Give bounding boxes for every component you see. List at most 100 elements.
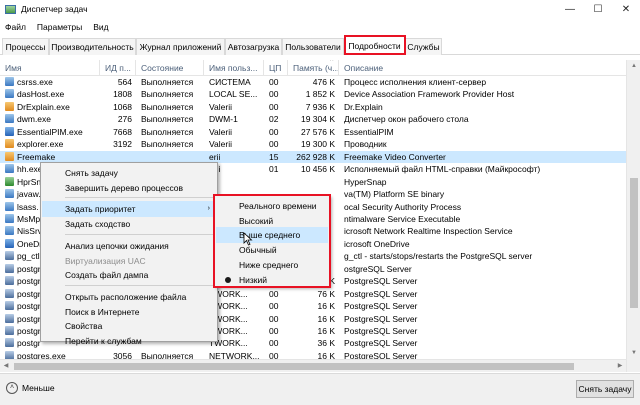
process-app-icon bbox=[5, 139, 14, 149]
footer-bar: ˄ Меньше Снять задачу bbox=[0, 373, 640, 405]
tab-strip: Процессы Производительность Журнал прило… bbox=[0, 35, 640, 55]
col-user[interactable]: Имя польз... bbox=[204, 60, 264, 76]
context-menu-item-label: Свойства bbox=[65, 321, 103, 332]
context-menu-item-label: Задать сходство bbox=[65, 219, 131, 230]
cell-mem bbox=[288, 176, 339, 188]
tab-startup[interactable]: Автозагрузка bbox=[225, 38, 282, 55]
cell-cpu: 00 bbox=[264, 126, 288, 138]
close-button[interactable]: ✕ bbox=[612, 0, 640, 18]
context-menu-item-label: Задать приоритет bbox=[65, 204, 136, 215]
col-state[interactable]: Состояние bbox=[136, 60, 204, 76]
cell-text: СИСТЕМА bbox=[209, 77, 251, 87]
menu-options[interactable]: Параметры bbox=[37, 22, 82, 32]
cell-text: Выполняется bbox=[141, 89, 194, 100]
cell-text: 00 bbox=[269, 89, 279, 100]
cell-text: lsass. bbox=[17, 201, 39, 212]
cell-text: 19 300 K bbox=[300, 139, 335, 150]
menu-file[interactable]: Файл bbox=[5, 22, 26, 32]
radio-selected-icon bbox=[225, 276, 231, 283]
cell-cpu: 00 bbox=[264, 138, 288, 150]
scroll-up-icon[interactable]: ▲ bbox=[627, 60, 640, 72]
vertical-scroll-thumb[interactable] bbox=[630, 178, 638, 308]
tab-app-history[interactable]: Журнал приложений bbox=[136, 38, 225, 55]
cell-text: 1068 bbox=[113, 101, 132, 112]
table-row[interactable]: dasHost.exe 1808 Выполняется LOCAL SE... 00 1… bbox=[0, 88, 626, 100]
cell-text: ntimalware Service Executable bbox=[344, 213, 461, 224]
context-menu-item-label: Снять задачу bbox=[65, 168, 118, 178]
cell-text: postgr bbox=[17, 326, 41, 336]
context-menu-item[interactable]: Открыть расположение файла bbox=[42, 289, 216, 305]
scroll-right-icon[interactable]: ▶ bbox=[614, 360, 626, 373]
col-name[interactable]: Имя bbox=[0, 60, 100, 76]
maximize-button[interactable]: ☐ bbox=[584, 0, 612, 18]
cell-cpu: 00 bbox=[264, 88, 288, 100]
cell-mem: 7 936 K bbox=[288, 101, 339, 113]
tab-users[interactable]: Пользователи bbox=[282, 38, 344, 55]
context-menu-item[interactable]: Создать файл дампа bbox=[42, 267, 216, 283]
horizontal-scroll-thumb[interactable] bbox=[14, 363, 574, 370]
context-menu-item[interactable]: Анализ цепочки ожидания bbox=[42, 238, 216, 254]
cell-state: Выполняется bbox=[136, 126, 204, 138]
cell-text: Выполняется bbox=[141, 139, 194, 150]
priority-option[interactable]: Низкий bbox=[216, 272, 328, 288]
menu-view[interactable]: Вид bbox=[93, 22, 108, 32]
priority-option[interactable]: Высокий bbox=[216, 213, 328, 229]
priority-option[interactable]: Обычный bbox=[216, 242, 328, 258]
end-task-button[interactable]: Снять задачу bbox=[576, 380, 634, 398]
process-sys-icon bbox=[5, 89, 14, 99]
table-row[interactable]: EssentialPIM.exe 7668 Выполняется Valerii 00… bbox=[0, 126, 626, 138]
table-row[interactable]: DrExplain.exe 1068 Выполняется Valerii 00 7 9… bbox=[0, 101, 626, 113]
context-menu-item[interactable]: Задать сходство bbox=[42, 216, 216, 232]
table-row[interactable]: dwm.exe 276 Выполняется DWM-1 02 19 304 K Дисп… bbox=[0, 113, 626, 125]
vertical-scrollbar[interactable]: ▲ ▼ bbox=[626, 60, 640, 372]
cell-text: 16 K bbox=[317, 313, 336, 324]
context-menu-item[interactable]: Завершить дерево процессов bbox=[42, 180, 216, 196]
minimize-button[interactable]: — bbox=[556, 0, 584, 18]
context-menu-item[interactable]: Поиск в Интернете bbox=[42, 304, 216, 320]
priority-option[interactable]: Выше среднего bbox=[216, 227, 328, 244]
horizontal-scrollbar[interactable]: ◀ ▶ bbox=[0, 359, 626, 372]
cell-desc: HyperSnap bbox=[339, 176, 626, 188]
priority-option[interactable]: Реального времени bbox=[216, 198, 328, 214]
cell-desc: Freemake Video Converter bbox=[339, 151, 626, 163]
cell-user: DWM-1 bbox=[204, 113, 264, 125]
context-menu-item[interactable]: Перейти к службам bbox=[42, 333, 216, 349]
tab-performance[interactable]: Производительность bbox=[49, 38, 136, 55]
col-memory[interactable]: Память (ч... bbox=[288, 60, 339, 76]
cell-text: icrosoft OneDrive bbox=[344, 238, 410, 249]
context-menu-item[interactable]: Свойства bbox=[42, 318, 216, 334]
context-menu-item[interactable]: Снять задачу bbox=[42, 165, 216, 181]
cell-text: 7668 bbox=[113, 126, 132, 137]
title-bar: Диспетчер задач — ☐ ✕ bbox=[0, 0, 640, 18]
tab-details[interactable]: Подробности bbox=[344, 36, 405, 55]
col-cpu[interactable]: ЦП bbox=[264, 60, 288, 76]
process-sys-icon bbox=[5, 201, 14, 211]
table-row[interactable]: csrss.exe 564 Выполняется СИСТЕМА 00 476 K Про… bbox=[0, 76, 626, 88]
priority-option[interactable]: Ниже среднего bbox=[216, 257, 328, 273]
table-row[interactable]: explorer.exe 3192 Выполняется Valerii 00 19 3… bbox=[0, 138, 626, 150]
process-sys-icon bbox=[5, 164, 14, 174]
cell-text: DrExplain.exe bbox=[17, 101, 70, 112]
cell-mem: 1 852 K bbox=[288, 88, 339, 100]
process-sys-icon bbox=[5, 189, 14, 199]
tab-services[interactable]: Службы bbox=[405, 38, 442, 55]
context-menu-item: Виртуализация UAC bbox=[42, 253, 216, 269]
tab-processes[interactable]: Процессы bbox=[2, 38, 49, 55]
fewer-details-toggle[interactable]: ˄ Меньше bbox=[6, 382, 55, 394]
col-description[interactable]: Описание bbox=[339, 60, 626, 76]
cell-name: DrExplain.exe bbox=[0, 101, 100, 113]
cell-text: 7 936 K bbox=[305, 101, 335, 112]
cell-text: postgr bbox=[17, 276, 41, 287]
context-menu-item[interactable]: Задать приоритет › bbox=[42, 201, 216, 218]
process-pg-icon bbox=[5, 251, 14, 261]
context-menu-item-label: Открыть расположение файла bbox=[65, 291, 187, 302]
cell-text: dasHost.exe bbox=[17, 89, 65, 100]
col-pid[interactable]: ИД п... bbox=[100, 60, 136, 76]
cell-desc: icrosoft Network Realtime Inspection Ser… bbox=[339, 225, 626, 237]
table-header: ^ Имя ИД п... Состояние Имя польз... ЦП … bbox=[0, 60, 626, 76]
cell-text: 476 K bbox=[312, 77, 335, 87]
chevron-up-icon: ˄ bbox=[6, 382, 18, 394]
cell-cpu: 00 bbox=[264, 300, 288, 312]
scroll-down-icon[interactable]: ▼ bbox=[627, 347, 640, 359]
scroll-left-icon[interactable]: ◀ bbox=[0, 360, 12, 373]
